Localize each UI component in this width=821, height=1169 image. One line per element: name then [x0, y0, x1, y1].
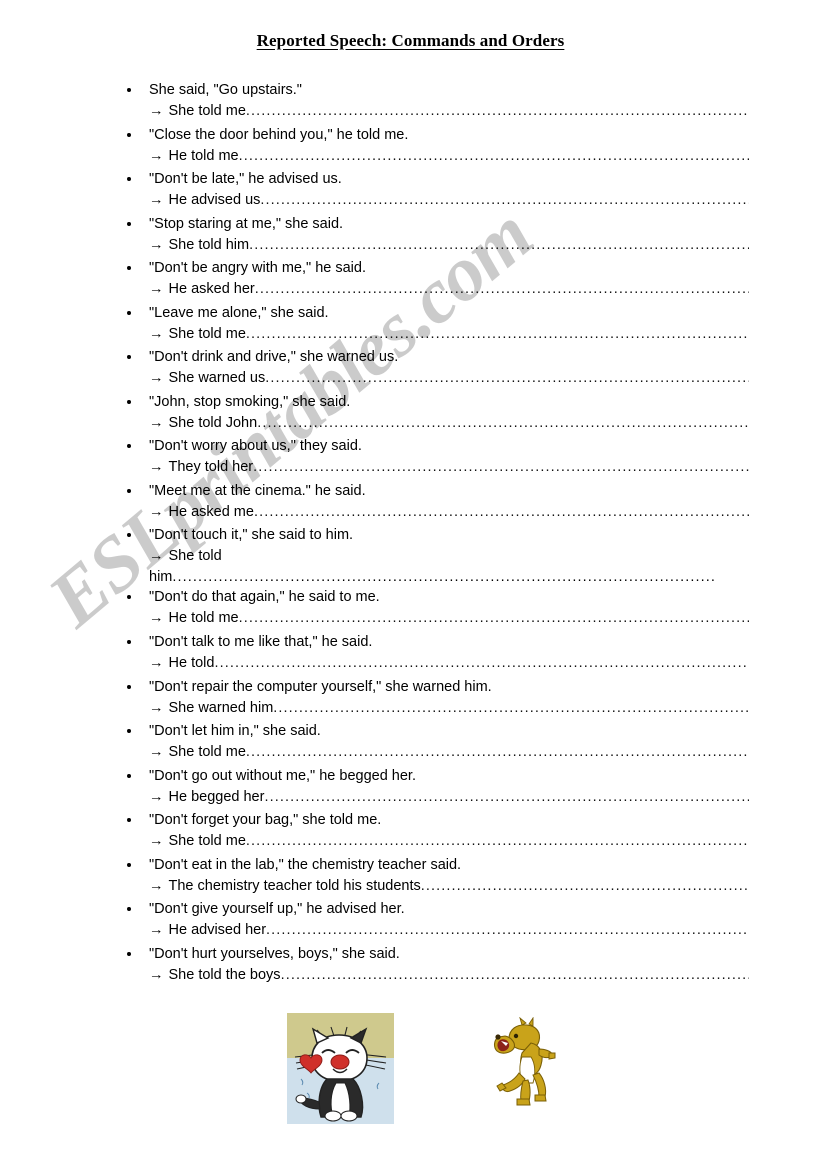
crying-cat-svg: [287, 1013, 394, 1124]
howling-yellow-dog-image: [489, 1017, 557, 1107]
clipart-row: [0, 0, 821, 1169]
crying-cat-with-heart-image: [287, 1013, 394, 1124]
howling-dog-svg: [489, 1017, 557, 1107]
worksheet-page: ESLprintables.com Reported Speech: Comma…: [0, 0, 821, 1169]
